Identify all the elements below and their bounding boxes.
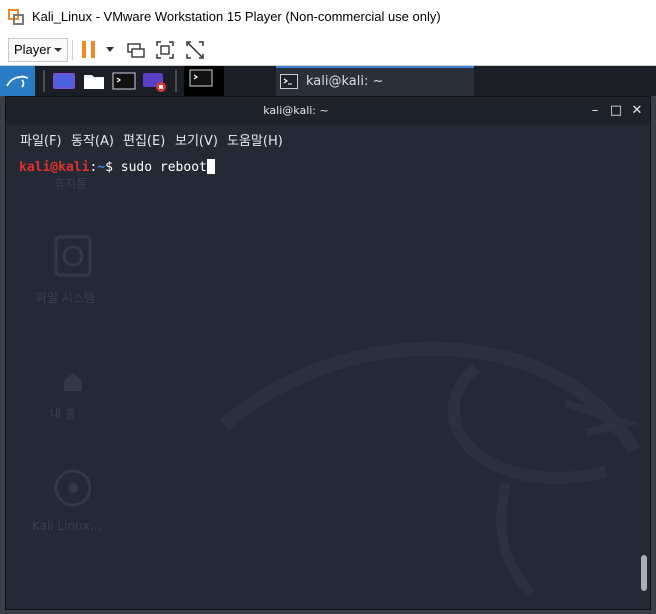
chevron-down-icon <box>54 48 62 52</box>
menu-edit[interactable]: 편집(E) <box>123 130 165 149</box>
pause-dropdown-icon[interactable] <box>106 47 114 52</box>
taskbar-terminal-label: kali@kali: ~ <box>306 74 384 89</box>
desktop-icon-filesystem: 파일 시스템 <box>36 291 96 305</box>
desktop-icon-home: 내 홈 <box>50 407 76 421</box>
player-toolbar: Player <box>0 34 656 66</box>
kali-dragon-icon <box>6 75 29 88</box>
toolbar-divider <box>72 40 73 60</box>
prompt-path: ~ <box>97 160 106 175</box>
player-label: Player <box>14 42 51 57</box>
minimize-button[interactable]: – <box>586 102 604 120</box>
text-cursor <box>206 159 215 174</box>
terminal-menubar: 파일(F) 동작(A) 편집(E) 보기(V) 도움말(H) <box>6 125 650 153</box>
terminal-icon <box>189 69 213 87</box>
terminal-window: kali@kali: ~ – □ ✕ 파일(F) 동작(A) 편집(E) 보기(… <box>5 96 651 610</box>
maximize-button[interactable]: □ <box>607 102 625 120</box>
unity-icon[interactable] <box>185 40 205 60</box>
kali-top-panel: kali@kali: ~ <box>0 66 656 96</box>
fit-guest-icon[interactable] <box>155 40 175 60</box>
kali-dragon-watermark-icon <box>54 235 641 597</box>
kali-menu-button[interactable] <box>0 66 35 96</box>
pause-icon[interactable] <box>82 41 96 58</box>
desktop-icon-trash: 휴지통 <box>54 177 88 191</box>
terminal-titlebar[interactable]: kali@kali: ~ – □ ✕ <box>6 97 650 125</box>
panel-divider <box>175 70 177 92</box>
workspace-switcher-icon[interactable] <box>51 66 77 96</box>
terminal-launcher-icon[interactable] <box>112 66 136 96</box>
window-titlebar: Kali_Linux - VMware Workstation 15 Playe… <box>0 0 656 35</box>
send-ctrl-alt-del-icon[interactable] <box>126 40 146 60</box>
menu-view[interactable]: 보기(V) <box>175 130 218 149</box>
terminal-scrollbar[interactable] <box>641 555 647 591</box>
menu-help[interactable]: 도움말(H) <box>227 130 283 149</box>
taskbar-terminal-button[interactable]: kali@kali: ~ <box>276 66 474 96</box>
panel-divider <box>43 70 45 92</box>
menu-file[interactable]: 파일(F) <box>20 130 62 149</box>
terminal-title: kali@kali: ~ <box>263 104 329 117</box>
menu-actions[interactable]: 동작(A) <box>71 130 114 149</box>
vmware-icon <box>8 9 24 25</box>
file-manager-icon[interactable] <box>82 66 106 96</box>
active-window-indicator[interactable] <box>184 66 224 96</box>
desktop-icon-kali-linux: Kali Linux... <box>32 519 102 533</box>
close-button[interactable]: ✕ <box>628 102 646 120</box>
screen-recorder-icon[interactable] <box>142 66 168 96</box>
player-menu-button[interactable]: Player <box>8 38 68 62</box>
window-title: Kali_Linux - VMware Workstation 15 Playe… <box>32 9 441 24</box>
prompt-symbol: $ <box>105 160 113 175</box>
terminal-prompt-line: kali@kali:~$ sudo reboot <box>19 159 215 175</box>
terminal-output-area[interactable]: 휴지통 파일 시스템 내 홈 Kali Linux... kali@kali:~… <box>6 153 650 609</box>
prompt-user: kali@kali <box>19 160 90 175</box>
typed-command: sudo reboot <box>112 160 207 175</box>
terminal-icon <box>280 74 298 89</box>
